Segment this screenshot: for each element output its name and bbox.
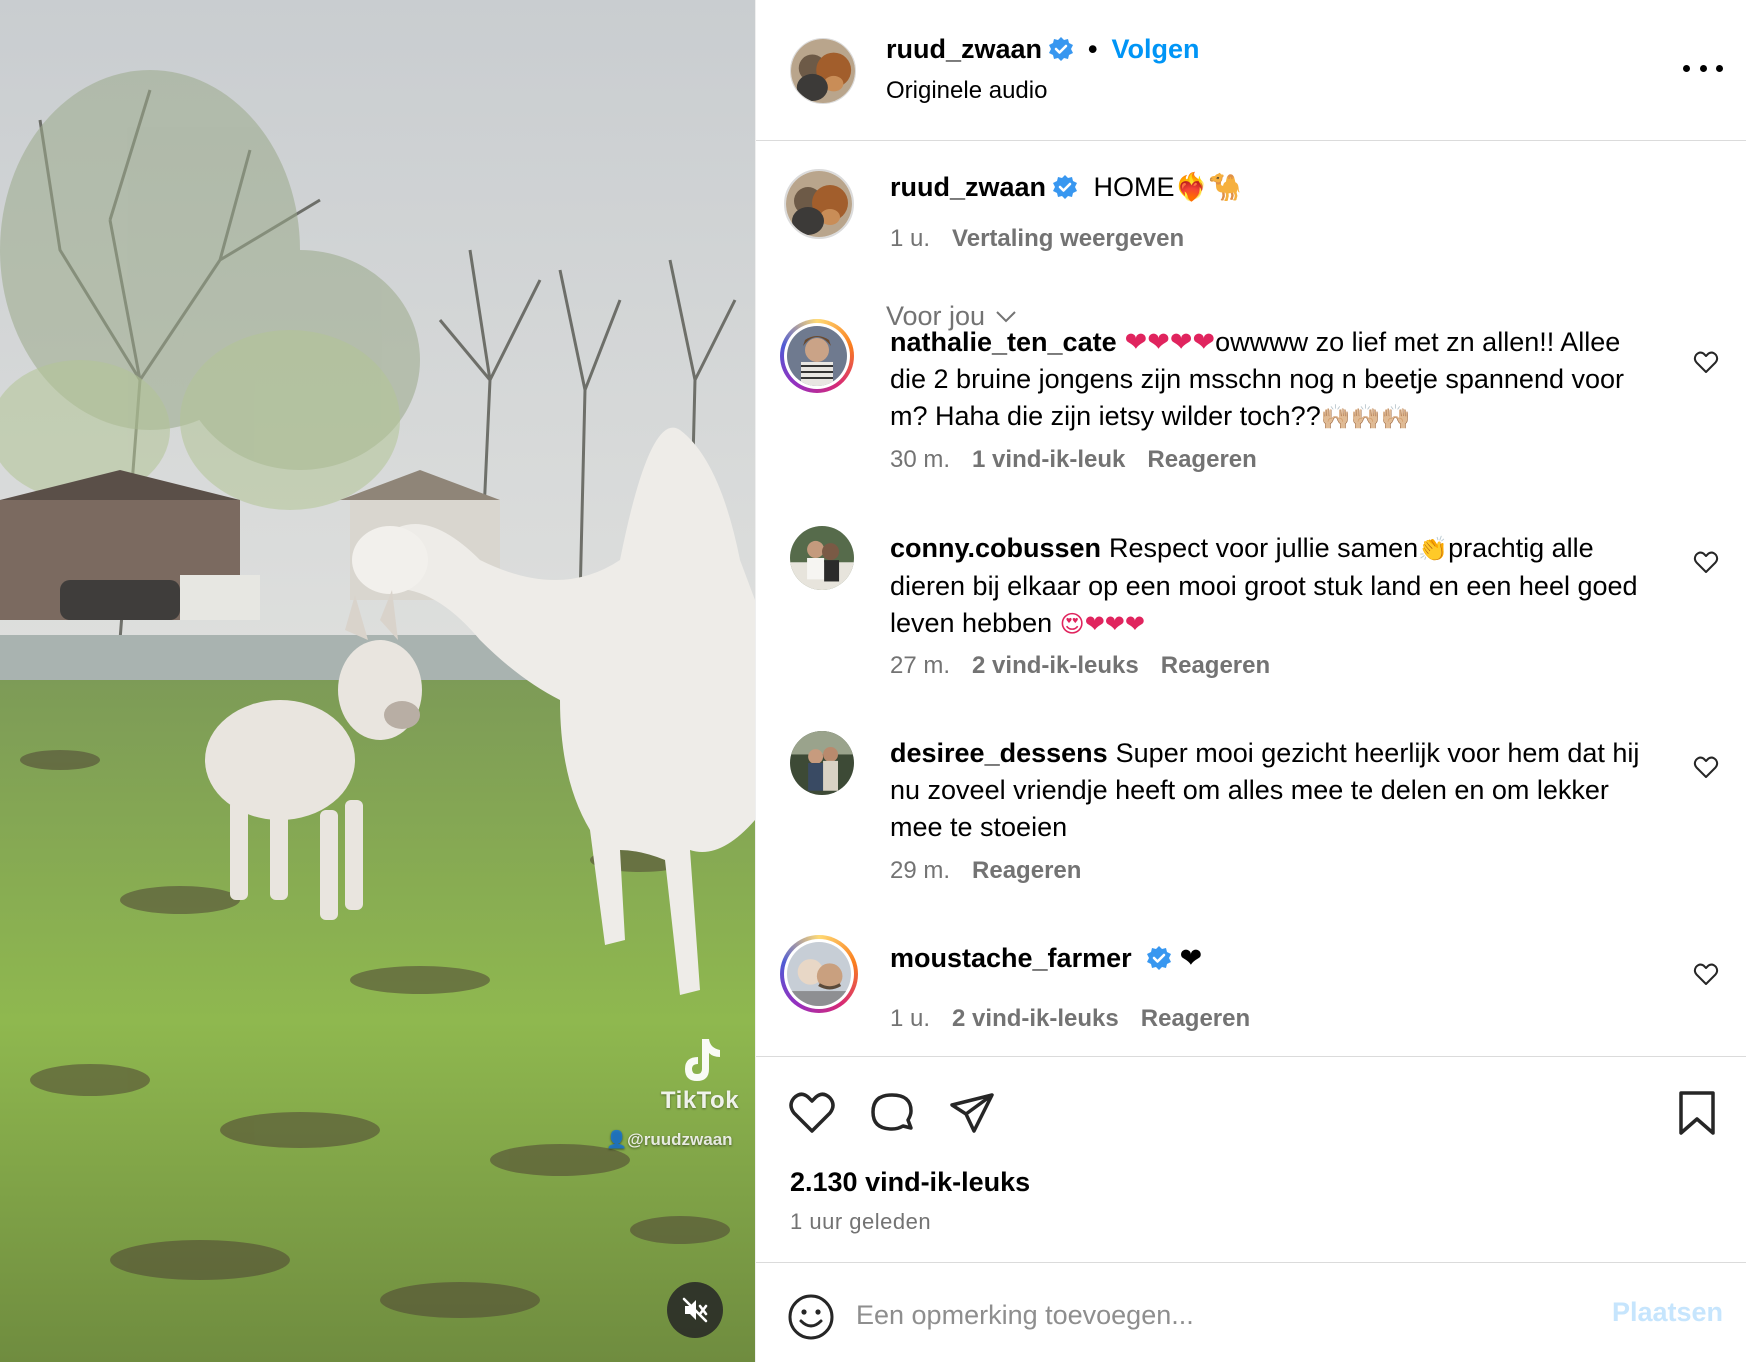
comment-likes-count[interactable]: 1 vind-ik-leuk	[972, 446, 1125, 473]
posted-time[interactable]: 1 uur geleden	[790, 1209, 931, 1235]
commenter-username[interactable]: moustache_farmer	[890, 943, 1132, 973]
verified-badge-icon	[1049, 37, 1074, 61]
user-silhouette-icon: 👤	[606, 1130, 628, 1149]
comment-time: 1 u.	[890, 1005, 931, 1032]
post-header: ruud_zwaan • Volgen Originele audio	[756, 0, 1746, 141]
tiktok-logo-icon	[685, 1039, 720, 1081]
comments-scroll-area[interactable]: ruud_zwaan HOME❤️‍🔥🐪 1 u. Vertaling weerg…	[756, 141, 1746, 1056]
comment-text: ❤	[1179, 943, 1203, 973]
emoji-smiley-icon[interactable]	[787, 1293, 835, 1341]
comment-time: 29 m.	[890, 857, 951, 884]
comment-meta: 29 m. Reageren	[890, 857, 1081, 885]
reply-button[interactable]: Reageren	[1147, 446, 1256, 473]
comment-emoji: 👏	[1418, 535, 1449, 563]
share-paper-plane-icon[interactable]	[946, 1087, 998, 1139]
header-separator: •	[1088, 34, 1098, 64]
like-heart-icon[interactable]	[786, 1087, 838, 1139]
add-comment-bar: Plaatsen	[756, 1262, 1746, 1362]
verified-badge-icon	[1146, 946, 1171, 970]
caption-text: HOME❤️‍🔥🐪	[1093, 172, 1242, 202]
comment-emoji: 🙌🏼🙌🏼🙌🏼	[1320, 403, 1411, 431]
bookmark-icon[interactable]	[1671, 1087, 1723, 1139]
commenter-avatar	[787, 326, 847, 386]
video-frame-image	[0, 0, 755, 1362]
commenter-avatar[interactable]	[790, 731, 854, 795]
reply-button[interactable]: Reageren	[1141, 1005, 1250, 1032]
story-ring[interactable]	[780, 935, 858, 1013]
caption-username[interactable]: ruud_zwaan	[890, 172, 1046, 202]
comment-body: desiree_dessens Super mooi gezicht heerli…	[890, 735, 1660, 846]
comment-time: 30 m.	[890, 446, 951, 473]
add-comment-input[interactable]	[856, 1289, 1586, 1341]
comment-meta: 1 u. 2 vind-ik-leuks Reageren	[890, 1005, 1250, 1033]
comment-bubble-icon[interactable]	[866, 1087, 918, 1139]
comment-hearts: ❤❤❤❤	[1124, 327, 1216, 357]
post-comment-button[interactable]: Plaatsen	[1612, 1297, 1723, 1328]
post-details-panel: ruud_zwaan • Volgen Originele audio ruud_z…	[755, 0, 1746, 1362]
commenter-avatar	[787, 942, 851, 1006]
comment-body: conny.cobussen Respect voor jullie samen👏…	[890, 530, 1660, 643]
commenter-username[interactable]: desiree_dessens	[890, 738, 1108, 768]
tiktok-watermark: TikTok	[650, 1035, 750, 1115]
commenter-username[interactable]: conny.cobussen	[890, 533, 1101, 563]
author-username[interactable]: ruud_zwaan	[886, 34, 1042, 64]
post-footer: 2.130 vind-ik-leuks 1 uur geleden Plaats…	[756, 1056, 1746, 1362]
heart-outline-icon[interactable]	[1693, 349, 1719, 375]
commenter-avatar[interactable]	[790, 526, 854, 590]
heart-outline-icon[interactable]	[1693, 961, 1719, 987]
audio-label[interactable]: Originele audio	[886, 77, 1047, 105]
comment-meta: 30 m. 1 vind-ik-leuk Reageren	[890, 446, 1257, 474]
comment-likes-count[interactable]: 2 vind-ik-leuks	[952, 1005, 1119, 1032]
comment-body: moustache_farmer ❤	[890, 940, 1660, 977]
mute-toggle-button[interactable]	[667, 1282, 723, 1338]
comment-text: Respect voor jullie samen	[1109, 533, 1419, 563]
ellipsis-icon	[1683, 64, 1690, 72]
caption-author-avatar[interactable]	[784, 169, 854, 239]
story-ring[interactable]	[780, 319, 854, 393]
caption-time: 1 u.	[890, 225, 931, 252]
comment-body: nathalie_ten_cate ❤❤❤❤owwww zo lief met z…	[890, 324, 1660, 436]
caption-meta: 1 u. Vertaling weergeven	[890, 225, 1184, 253]
caption: ruud_zwaan HOME❤️‍🔥🐪	[890, 171, 1242, 203]
comment-emoji-trail: 😍❤❤❤	[1059, 610, 1146, 638]
chevron-down-icon	[996, 310, 1016, 322]
tiktok-handle-text: @ruudzwaan	[627, 1130, 733, 1149]
commenter-username[interactable]: nathalie_ten_cate	[890, 327, 1117, 357]
verified-badge-icon	[1053, 175, 1078, 199]
translate-button[interactable]: Vertaling weergeven	[952, 225, 1184, 252]
reply-button[interactable]: Reageren	[972, 857, 1081, 884]
likes-count[interactable]: 2.130 vind-ik-leuks	[790, 1167, 1030, 1198]
speaker-muted-icon	[682, 1297, 708, 1323]
heart-outline-icon[interactable]	[1693, 754, 1719, 780]
post-video[interactable]: TikTok 👤@ruudzwaan	[0, 0, 755, 1362]
author-avatar[interactable]	[790, 38, 856, 104]
tiktok-wordmark: TikTok	[660, 1087, 740, 1114]
heart-outline-icon[interactable]	[1693, 549, 1719, 575]
reply-button[interactable]: Reageren	[1161, 652, 1270, 679]
tiktok-handle: 👤@ruudzwaan	[606, 1130, 733, 1150]
comment-time: 27 m.	[890, 652, 951, 679]
follow-button[interactable]: Volgen	[1111, 34, 1199, 64]
more-options-button[interactable]	[1683, 58, 1723, 78]
comment-meta: 27 m. 2 vind-ik-leuks Reageren	[890, 652, 1270, 680]
comment-likes-count[interactable]: 2 vind-ik-leuks	[972, 652, 1139, 679]
